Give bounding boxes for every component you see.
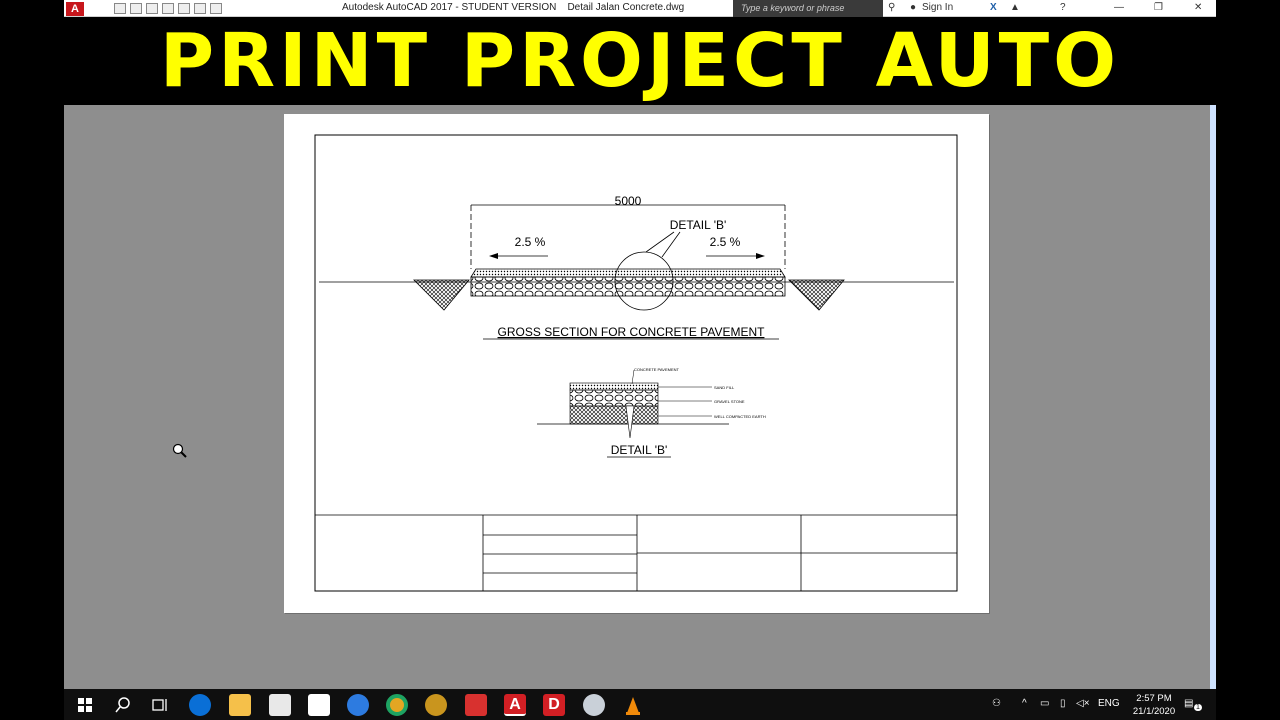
people-icon[interactable]: ⚇	[992, 698, 1001, 709]
gravel-layer	[470, 276, 786, 297]
print-icon[interactable]	[178, 3, 190, 14]
title-bar: A Autodesk AutoCAD 2017 - STUDENT VERSIO…	[64, 0, 1216, 17]
edge-icon[interactable]	[189, 694, 211, 716]
help-icon[interactable]: ?	[1060, 2, 1066, 13]
detail-label-gravel: GRAVEL STONE	[714, 399, 745, 404]
clock-date: 21/1/2020	[1132, 706, 1176, 717]
banner: PRINT PROJECT AUTO CAD	[64, 17, 1216, 181]
slope-left-label: 2.5 %	[515, 235, 546, 249]
paper-sheet: 5000 2.5 % 2.5 % DETAIL 'B' GROSS SECTIO…	[284, 114, 989, 613]
slope-right-label: 2.5 %	[710, 235, 741, 249]
search-icon[interactable]	[112, 694, 134, 716]
left-ditch	[413, 279, 470, 311]
slope-arrowhead-left	[489, 253, 498, 259]
vertical-scrollbar[interactable]	[1210, 105, 1216, 689]
detail-earth	[569, 405, 659, 425]
battery-icon[interactable]: ▯	[1060, 698, 1066, 709]
plot-preview-viewport[interactable]: 5000 2.5 % 2.5 % DETAIL 'B' GROSS SECTIO…	[64, 105, 1216, 689]
dimension-text: 5000	[615, 194, 642, 208]
app-icon[interactable]	[347, 694, 369, 716]
drawing-canvas: 5000 2.5 % 2.5 % DETAIL 'B' GROSS SECTIO…	[314, 134, 958, 592]
close-button[interactable]: ✕	[1194, 2, 1202, 13]
slope-arrowhead-right	[756, 253, 765, 259]
window-title: Autodesk AutoCAD 2017 - STUDENT VERSION …	[342, 2, 685, 13]
right-ditch	[788, 279, 845, 311]
network-icon[interactable]: ▭	[1040, 698, 1049, 709]
app-icon[interactable]	[425, 694, 447, 716]
restore-button[interactable]: ❐	[1154, 2, 1163, 13]
user-icon: ●	[910, 2, 917, 13]
language-indicator[interactable]: ENG	[1098, 698, 1120, 709]
taskbar: A D ⚇ ^ ▭ ▯ ◁× ENG 2:57 PM 21/1/2020 ▤ 1	[64, 689, 1216, 720]
redo-icon[interactable]	[210, 3, 222, 14]
store-icon[interactable]	[269, 694, 291, 716]
new-icon[interactable]	[114, 3, 126, 14]
detail-label-concrete: CONCRETE PAVEMENT	[634, 367, 680, 372]
minimize-button[interactable]: —	[1114, 2, 1124, 13]
zoom-cursor-icon	[172, 443, 187, 458]
detail-concrete	[569, 382, 659, 391]
account-icon[interactable]: ▲	[1010, 2, 1020, 13]
task-view-icon[interactable]	[149, 694, 171, 716]
clock[interactable]: 2:57 PM 21/1/2020	[1132, 692, 1176, 718]
start-icon[interactable]	[74, 694, 96, 716]
vlc-icon[interactable]	[622, 694, 644, 716]
save-as-icon[interactable]	[162, 3, 174, 14]
detail-gravel	[569, 389, 659, 407]
exchange-icon[interactable]: X	[990, 2, 997, 13]
file-explorer-icon[interactable]	[229, 694, 251, 716]
detail-callout-text: DETAIL 'B'	[670, 218, 727, 232]
callout-leader-1	[645, 231, 675, 253]
quick-access-toolbar: A	[64, 0, 222, 17]
detail-title: DETAIL 'B'	[611, 443, 668, 457]
callout-leader-2	[661, 231, 681, 258]
detail-label-sand: SAND FILL	[714, 385, 735, 390]
undo-icon[interactable]	[194, 3, 206, 14]
open-icon[interactable]	[130, 3, 142, 14]
sign-in-link[interactable]: Sign In	[922, 2, 953, 13]
clock-time: 2:57 PM	[1136, 693, 1172, 704]
autocad-d-icon[interactable]: D	[543, 694, 565, 716]
action-center-icon[interactable]: ▤	[1184, 698, 1193, 709]
save-icon[interactable]	[146, 3, 158, 14]
chrome-icon[interactable]	[386, 694, 408, 716]
notification-badge: 1	[1194, 704, 1202, 711]
sketchup-icon[interactable]	[465, 694, 487, 716]
concrete-layer	[470, 268, 786, 278]
app-icon[interactable]	[583, 694, 605, 716]
show-hidden-icons-icon[interactable]: ^	[1022, 698, 1027, 709]
volume-icon[interactable]: ◁×	[1076, 698, 1090, 709]
binoculars-icon[interactable]: ⚲	[888, 2, 895, 13]
section-title: GROSS SECTION FOR CONCRETE PAVEMENT	[498, 325, 766, 339]
detail-label-earth: WELL COMPACTED EARTH	[714, 414, 766, 419]
search-input[interactable]: Type a keyword or phrase	[733, 0, 883, 17]
autocad-app-icon[interactable]: A	[66, 1, 84, 16]
autocad-icon[interactable]: A	[504, 694, 526, 716]
mail-icon[interactable]	[308, 694, 330, 716]
